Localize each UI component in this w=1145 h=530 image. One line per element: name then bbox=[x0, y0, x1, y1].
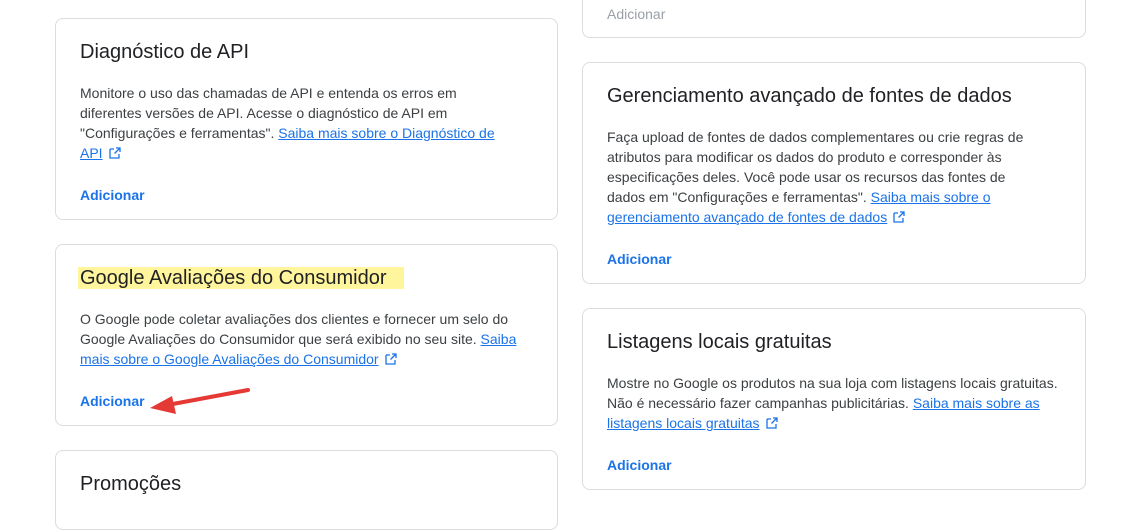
add-button[interactable]: Adicionar bbox=[80, 391, 145, 411]
open-in-new-icon bbox=[108, 147, 121, 159]
open-in-new-icon bbox=[384, 353, 397, 365]
add-button[interactable]: Adicionar bbox=[607, 249, 672, 269]
card-title: Google Avaliações do Consumidor bbox=[78, 265, 405, 291]
advanced-data-source-card: Gerenciamento avançado de fontes de dado… bbox=[582, 62, 1086, 284]
card-title: Gerenciamento avançado de fontes de dado… bbox=[607, 85, 1012, 107]
customer-reviews-card: Google Avaliações do Consumidor O Google… bbox=[55, 244, 558, 426]
card-description: O Google pode coletar avaliações dos cli… bbox=[80, 309, 530, 369]
card-description-text: O Google pode coletar avaliações dos cli… bbox=[80, 311, 509, 347]
card-description: Faça upload de fontes de dados complemen… bbox=[607, 127, 1047, 227]
free-local-listings-card: Listagens locais gratuitas Mostre no Goo… bbox=[582, 308, 1086, 490]
card-description: Monitore o uso das chamadas de API e ent… bbox=[80, 83, 520, 163]
card-description: Mostre no Google os produtos na sua loja… bbox=[607, 373, 1062, 433]
card-title: Promoções bbox=[80, 473, 182, 495]
add-button[interactable]: Adicionar bbox=[607, 455, 672, 475]
add-button[interactable]: Adicionar bbox=[80, 185, 145, 205]
previous-card: Adicionar bbox=[582, 0, 1086, 38]
promotions-card: Promoções bbox=[55, 450, 558, 530]
api-diagnostics-card: Diagnóstico de API Monitore o uso das ch… bbox=[55, 18, 558, 220]
open-in-new-icon bbox=[765, 417, 778, 429]
card-title: Diagnóstico de API bbox=[80, 41, 249, 63]
open-in-new-icon bbox=[893, 211, 905, 223]
highlighted-title: Google Avaliações do Consumidor bbox=[78, 267, 405, 289]
card-title: Listagens locais gratuitas bbox=[607, 331, 832, 353]
red-arrow-annotation bbox=[150, 388, 250, 414]
add-button[interactable]: Adicionar bbox=[607, 4, 665, 24]
